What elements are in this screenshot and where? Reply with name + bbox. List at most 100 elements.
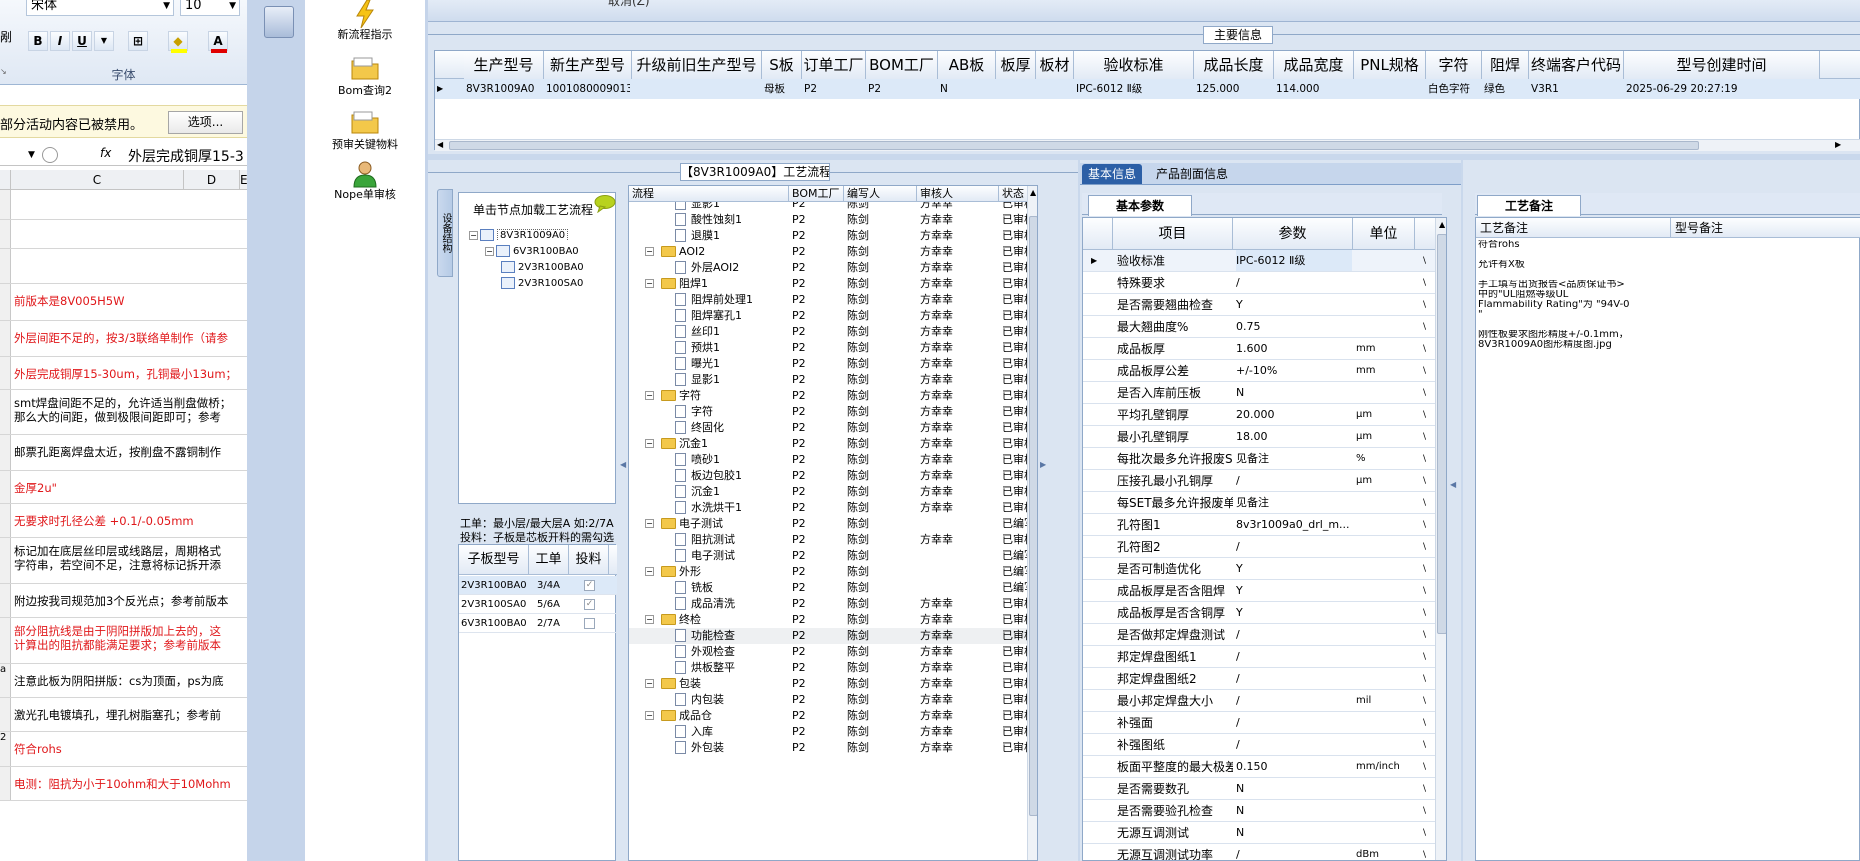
- flow-step-name[interactable]: 阻焊前处理1: [691, 292, 789, 308]
- flow-row[interactable]: 终固化P2 陈剑 方幸幸 已审核: [629, 420, 1029, 436]
- row-number[interactable]: [0, 321, 11, 356]
- row-number[interactable]: [0, 190, 11, 219]
- flow-row[interactable]: 水洗烘干1P2 陈剑 方幸幸 已审核: [629, 500, 1029, 516]
- row-number[interactable]: [0, 538, 11, 583]
- excel-cell[interactable]: 金厚2u": [14, 471, 247, 495]
- flow-step-name[interactable]: 内包装: [691, 692, 789, 708]
- param-row[interactable]: 成品板厚公差 +/-10% mm \: [1083, 360, 1435, 382]
- flow-step-name[interactable]: 阻抗测试: [691, 532, 789, 548]
- column-header-d[interactable]: D: [184, 170, 240, 190]
- grid-column-header[interactable]: S板: [762, 51, 802, 79]
- param-value[interactable]: 0.75: [1236, 316, 1352, 337]
- param-row[interactable]: 成品板厚是否含铜厚 Y \: [1083, 602, 1435, 624]
- scrollbar-thumb[interactable]: [449, 141, 1699, 150]
- flow-row[interactable]: − 成品仓P2 陈剑 方幸幸 已审核: [629, 708, 1029, 724]
- excel-cell[interactable]: 激光孔电镀填孔，埋孔树脂塞孔；参考前: [14, 698, 247, 722]
- excel-row[interactable]: 外层完成铜厚15-30um，孔铜最小13um；: [0, 357, 247, 390]
- grid-column-header[interactable]: AB板: [938, 51, 996, 79]
- param-value[interactable]: /: [1236, 624, 1352, 645]
- tree-node[interactable]: 2V3R100SA0: [501, 277, 583, 289]
- grid-cell[interactable]: 114.000: [1276, 79, 1352, 99]
- excel-row[interactable]: 前版本是8V005H5W: [0, 284, 247, 321]
- underline-dropdown[interactable]: ▼: [94, 31, 114, 51]
- grid-column-header[interactable]: 生产型号: [464, 51, 544, 79]
- flow-row[interactable]: − 终检P2 陈剑 方幸幸 已审核: [629, 612, 1029, 628]
- formula-input[interactable]: 外层完成铜厚15-3: [128, 146, 247, 166]
- param-row[interactable]: 是否需要翘曲检查 Y \: [1083, 294, 1435, 316]
- grid-column-header[interactable]: 终端客户代码: [1529, 51, 1624, 79]
- expand-toggle-icon[interactable]: −: [469, 230, 478, 240]
- excel-cell[interactable]: 前版本是8V005H5W: [14, 284, 247, 308]
- param-value[interactable]: /: [1236, 844, 1352, 860]
- param-value[interactable]: 18.00: [1236, 426, 1352, 447]
- checkbox[interactable]: ✓: [584, 599, 595, 610]
- tree-node[interactable]: − 8V3R1009A0: [469, 229, 569, 241]
- grid-cell[interactable]: [634, 79, 760, 99]
- row-number[interactable]: [0, 618, 11, 663]
- flow-step-name[interactable]: 预烘1: [691, 340, 789, 356]
- param-value[interactable]: 0.150: [1236, 756, 1352, 777]
- param-row[interactable]: 最小邦定焊盘大小 / mil \: [1083, 690, 1435, 712]
- grid-cell[interactable]: IPC-6012 Ⅱ级: [1076, 79, 1192, 99]
- checkbox[interactable]: ✓: [584, 580, 595, 591]
- grid-cell[interactable]: P2: [804, 79, 864, 99]
- param-row[interactable]: 无源互调测试 N \: [1083, 822, 1435, 844]
- expand-toggle-icon[interactable]: −: [645, 391, 654, 400]
- table-row[interactable]: 2V3R100BA0 3/4A ✓: [459, 576, 617, 595]
- row-number[interactable]: [0, 584, 11, 617]
- grid-cell[interactable]: 绿色: [1484, 79, 1527, 99]
- flow-row[interactable]: 内包装P2 陈剑 方幸幸 已审核: [629, 692, 1029, 708]
- grid-column-header[interactable]: 订单工厂: [802, 51, 866, 79]
- font-color-button[interactable]: A: [208, 31, 228, 51]
- flow-row[interactable]: 铣板P2 陈剑 已编写: [629, 580, 1029, 596]
- excel-cell[interactable]: 外层间距不足的，按3/3联络单制作（请参: [14, 321, 247, 345]
- flow-row[interactable]: 喷砂1P2 陈剑 方幸幸 已审核: [629, 452, 1029, 468]
- vertical-scrollbar[interactable]: ▲: [1435, 218, 1446, 860]
- row-number[interactable]: [0, 249, 11, 283]
- sub-board-order[interactable]: 5/6A: [537, 595, 567, 614]
- table-row[interactable]: 2V3R100SA0 5/6A ✓: [459, 595, 617, 614]
- excel-cell[interactable]: 符合rohs: [14, 732, 247, 756]
- flow-step-name[interactable]: 铣板: [691, 580, 789, 596]
- excel-row[interactable]: smt焊盘间距不足的，允许适当削盘做桥； 那么大的间距，做到极限间距即可；参考: [0, 390, 247, 435]
- flow-step-name[interactable]: 曝光1: [691, 356, 789, 372]
- flow-row[interactable]: 入库P2 陈剑 方幸幸 已审核: [629, 724, 1029, 740]
- underline-button[interactable]: U: [72, 31, 92, 51]
- flow-row[interactable]: 电子测试P2 陈剑 已编写: [629, 548, 1029, 564]
- param-row[interactable]: 是否可制造优化 Y \: [1083, 558, 1435, 580]
- row-number[interactable]: a: [0, 664, 11, 697]
- row-indicator-icon[interactable]: ▶: [437, 79, 457, 99]
- scroll-left-icon[interactable]: ◀: [437, 140, 443, 149]
- row-indicator-icon[interactable]: ▶: [1091, 250, 1097, 271]
- expand-toggle-icon[interactable]: −: [645, 567, 654, 576]
- grid-cell[interactable]: [1038, 79, 1072, 99]
- tab-product-section[interactable]: 产品剖面信息: [1150, 164, 1234, 184]
- param-row[interactable]: 无源互调测试功率 / dBm \: [1083, 844, 1435, 860]
- flow-step-name[interactable]: 显影1: [691, 202, 789, 212]
- param-row[interactable]: 特殊要求 / \: [1083, 272, 1435, 294]
- param-value[interactable]: Y: [1236, 294, 1352, 315]
- row-number[interactable]: [0, 767, 11, 800]
- flow-row[interactable]: 字符P2 陈剑 方幸幸 已审核: [629, 404, 1029, 420]
- flow-step-name[interactable]: 电子测试: [691, 548, 789, 564]
- scroll-up-icon[interactable]: ▲: [1030, 188, 1036, 197]
- flow-step-name[interactable]: 成品清洗: [691, 596, 789, 612]
- flow-row[interactable]: 阻焊塞孔1P2 陈剑 方幸幸 已审核: [629, 308, 1029, 324]
- flow-row[interactable]: 成品清洗P2 陈剑 方幸幸 已审核: [629, 596, 1029, 612]
- grid-cell[interactable]: V3R1: [1531, 79, 1622, 99]
- flow-row[interactable]: − 阻焊1P2 陈剑 方幸幸 已审核: [629, 276, 1029, 292]
- flow-row[interactable]: 外层AOI2P2 陈剑 方幸幸 已审核: [629, 260, 1029, 276]
- expand-toggle-icon[interactable]: −: [485, 246, 494, 256]
- param-row[interactable]: 压接孔最小孔铜厚 / μm \: [1083, 470, 1435, 492]
- expand-toggle-icon[interactable]: −: [645, 439, 654, 448]
- excel-row[interactable]: 无要求时孔径公差 +0.1/-0.05mm: [0, 504, 247, 538]
- flow-step-name[interactable]: 外包装: [691, 740, 789, 756]
- vertical-tab[interactable]: 设备结构: [437, 189, 453, 277]
- table-row[interactable]: ▶8V3R1009A010010800090133母板P2P2NIPC-6012…: [435, 79, 1860, 99]
- excel-cell[interactable]: [14, 220, 247, 230]
- excel-row[interactable]: [0, 190, 247, 220]
- fx-label[interactable]: fx: [100, 146, 111, 160]
- excel-cell[interactable]: 附边按我司规范加3个反光点；参考前版本: [14, 584, 247, 608]
- param-value[interactable]: IPC-6012 Ⅱ级: [1236, 250, 1352, 271]
- flow-row[interactable]: 外包装P2 陈剑 方幸幸 已审核: [629, 740, 1029, 756]
